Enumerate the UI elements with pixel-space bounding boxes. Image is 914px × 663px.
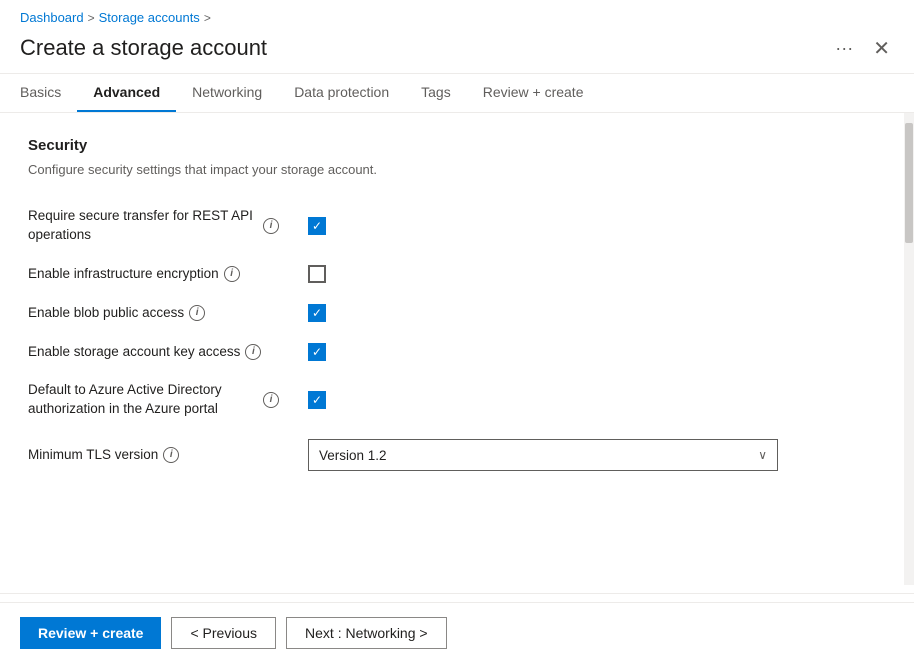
tls-select-container[interactable]: Version 1.2 ∨ xyxy=(308,439,778,471)
tab-advanced[interactable]: Advanced xyxy=(77,74,176,112)
content-area: Security Configure security settings tha… xyxy=(0,113,914,585)
form-row-blob-access: Enable blob public access i ✓ xyxy=(28,294,876,333)
dialog-menu-icon[interactable]: ··· xyxy=(835,38,853,59)
checkbox-blob-access[interactable]: ✓ xyxy=(308,304,326,322)
tabs-container: Basics Advanced Networking Data protecti… xyxy=(0,74,914,113)
footer: Review + create < Previous Next : Networ… xyxy=(0,602,914,663)
breadcrumb-dashboard[interactable]: Dashboard xyxy=(20,10,84,25)
checkbox-key-access[interactable]: ✓ xyxy=(308,343,326,361)
breadcrumb-storage-accounts[interactable]: Storage accounts xyxy=(99,10,200,25)
form-row-key-access: Enable storage account key access i ✓ xyxy=(28,333,876,372)
scrollbar[interactable] xyxy=(904,113,914,585)
chevron-down-icon: ∨ xyxy=(758,448,767,462)
label-infra-encryption: Enable infrastructure encryption i xyxy=(28,265,308,284)
label-tls: Minimum TLS version i xyxy=(28,446,308,465)
tab-basics[interactable]: Basics xyxy=(20,74,77,112)
check-icon-blob-access: ✓ xyxy=(312,307,322,319)
checkbox-aad[interactable]: ✓ xyxy=(308,391,326,409)
tab-tags[interactable]: Tags xyxy=(405,74,467,112)
create-storage-dialog: Dashboard > Storage accounts > Create a … xyxy=(0,0,914,663)
checkbox-key-access-box[interactable]: ✓ xyxy=(308,343,326,361)
check-icon-key-access: ✓ xyxy=(312,346,322,358)
form-row-infra-encryption: Enable infrastructure encryption i xyxy=(28,255,876,294)
label-blob-access: Enable blob public access i xyxy=(28,304,308,323)
tab-networking[interactable]: Networking xyxy=(176,74,278,112)
breadcrumb-sep1: > xyxy=(88,11,95,25)
main-content: Security Configure security settings tha… xyxy=(0,113,904,585)
next-button[interactable]: Next : Networking > xyxy=(286,617,447,649)
checkbox-secure-transfer[interactable]: ✓ xyxy=(308,217,326,235)
close-button[interactable]: ✕ xyxy=(869,36,894,61)
info-icon-tls[interactable]: i xyxy=(163,447,179,463)
form-row-tls: Minimum TLS version i Version 1.2 ∨ xyxy=(28,429,876,481)
checkbox-infra-encryption[interactable] xyxy=(308,265,326,283)
breadcrumb: Dashboard > Storage accounts > xyxy=(0,0,914,29)
form-row-secure-transfer: Require secure transfer for REST API ope… xyxy=(28,197,876,255)
review-create-button[interactable]: Review + create xyxy=(20,617,161,649)
section-description: Configure security settings that impact … xyxy=(28,162,876,177)
dialog-header: Create a storage account ··· ✕ xyxy=(0,29,914,74)
scrollbar-thumb[interactable] xyxy=(905,123,913,243)
check-icon-secure-transfer: ✓ xyxy=(312,220,322,232)
label-secure-transfer: Require secure transfer for REST API ope… xyxy=(28,207,308,245)
checkbox-blob-access-box[interactable]: ✓ xyxy=(308,304,326,322)
checkbox-secure-transfer-box[interactable]: ✓ xyxy=(308,217,326,235)
label-key-access: Enable storage account key access i xyxy=(28,343,308,362)
section-title: Security xyxy=(28,137,876,154)
check-icon-aad: ✓ xyxy=(312,394,322,406)
checkbox-infra-encryption-box[interactable] xyxy=(308,265,326,283)
label-aad: Default to Azure Active Directory author… xyxy=(28,381,308,419)
tab-review-create[interactable]: Review + create xyxy=(467,74,600,112)
footer-divider xyxy=(0,593,914,594)
tab-data-protection[interactable]: Data protection xyxy=(278,74,405,112)
checkbox-aad-box[interactable]: ✓ xyxy=(308,391,326,409)
info-icon-key-access[interactable]: i xyxy=(245,344,261,360)
info-icon-aad[interactable]: i xyxy=(263,392,279,408)
breadcrumb-sep2: > xyxy=(204,11,211,25)
dialog-title: Create a storage account xyxy=(20,35,835,61)
tls-value: Version 1.2 xyxy=(319,448,387,463)
form-row-aad: Default to Azure Active Directory author… xyxy=(28,371,876,429)
tls-select-box[interactable]: Version 1.2 ∨ xyxy=(308,439,778,471)
previous-button[interactable]: < Previous xyxy=(171,617,276,649)
info-icon-infra-encryption[interactable]: i xyxy=(224,266,240,282)
info-icon-blob-access[interactable]: i xyxy=(189,305,205,321)
info-icon-secure-transfer[interactable]: i xyxy=(263,218,279,234)
